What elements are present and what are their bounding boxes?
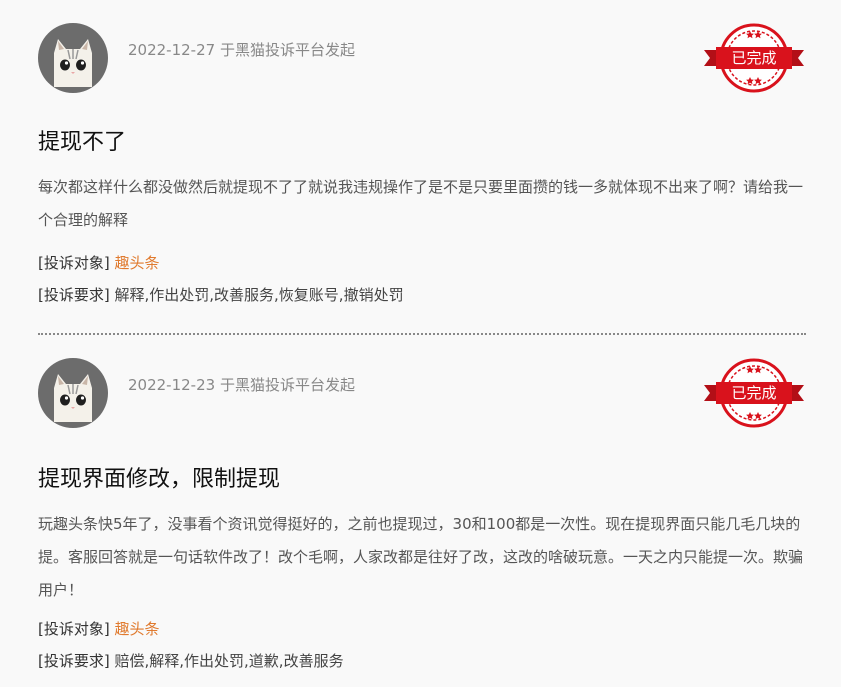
completed-stamp-icon: 已完成 xyxy=(702,358,806,428)
complaint-date: 2022-12-23 xyxy=(128,376,216,394)
demand-label: [投诉要求] xyxy=(38,652,110,670)
complaint-demand-row: [投诉要求] 解释,作出处罚,改善服务,恢复账号,撤销处罚 xyxy=(38,284,404,305)
complaint-content: 每次都这样什么都没做然后就提现不了了就说我违规操作了是不是只要里面攒的钱一多就体… xyxy=(38,178,804,229)
complaint-meta: 2022-12-27 于黑猫投诉平台发起 xyxy=(128,39,355,60)
complaint-card[interactable]: 2022-12-23 于黑猫投诉平台发起 已完成 提现界面修改，限制提现 玩趣头… xyxy=(38,335,806,687)
cat-avatar-icon xyxy=(38,358,108,428)
cat-avatar-icon xyxy=(38,23,108,93)
complaint-source: 于黑猫投诉平台发起 xyxy=(219,376,355,394)
complaint-target-row: [投诉对象] 趣头条 xyxy=(38,618,160,639)
complaint-date: 2022-12-27 xyxy=(128,41,216,59)
target-label: [投诉对象] xyxy=(38,620,110,638)
complaint-content: 玩趣头条快5年了，没事看个资讯觉得挺好的，之前也提现过，30和100都是一次性。… xyxy=(38,515,804,599)
complaint-meta: 2022-12-23 于黑猫投诉平台发起 xyxy=(128,374,355,395)
complaint-list: 2022-12-27 于黑猫投诉平台发起 已完成 提现不了 每次都这样什么都没做… xyxy=(0,0,841,687)
target-label: [投诉对象] xyxy=(38,254,110,272)
demand-value: 解释,作出处罚,改善服务,恢复账号,撤销处罚 xyxy=(114,286,404,304)
complaint-target-row: [投诉对象] 趣头条 xyxy=(38,252,160,273)
complaint-card[interactable]: 2022-12-27 于黑猫投诉平台发起 已完成 提现不了 每次都这样什么都没做… xyxy=(38,0,806,335)
target-link[interactable]: 趣头条 xyxy=(115,620,160,638)
demand-label: [投诉要求] xyxy=(38,286,110,304)
stamp-label: 已完成 xyxy=(731,384,776,402)
demand-value: 赔偿,解释,作出处罚,道歉,改善服务 xyxy=(114,652,344,670)
complaint-title[interactable]: 提现界面修改，限制提现 xyxy=(38,461,280,493)
complaint-source: 于黑猫投诉平台发起 xyxy=(219,41,355,59)
stamp-label: 已完成 xyxy=(731,49,776,67)
complaint-title[interactable]: 提现不了 xyxy=(38,124,126,156)
completed-stamp-icon: 已完成 xyxy=(702,23,806,93)
complaint-demand-row: [投诉要求] 赔偿,解释,作出处罚,道歉,改善服务 xyxy=(38,650,344,671)
target-link[interactable]: 趣头条 xyxy=(115,254,160,272)
